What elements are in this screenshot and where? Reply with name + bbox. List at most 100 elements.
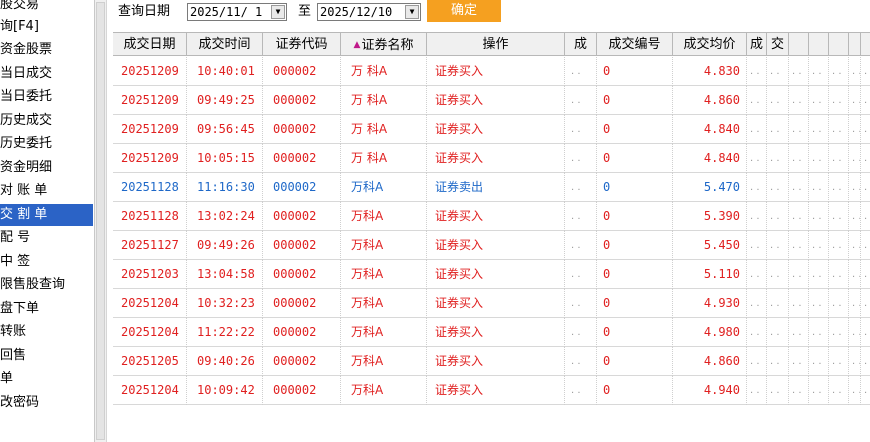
col-header-truncated-8[interactable] [861, 32, 870, 56]
confirm-button[interactable]: 确定 [427, 0, 501, 22]
cell-truncated: . . [829, 318, 849, 347]
sidebar-item[interactable] [0, 415, 93, 437]
cell-name: 万 科A [341, 115, 427, 144]
cell-truncated: . . [789, 86, 809, 115]
cell-truncated: . . [861, 347, 870, 376]
cell-truncated: . . [809, 144, 829, 173]
chevron-down-icon[interactable]: ▼ [271, 5, 285, 19]
cell-truncated: . . [849, 86, 861, 115]
cell-price: 4.840 [673, 115, 747, 144]
col-header-truncated-5[interactable] [809, 32, 829, 56]
table-row[interactable]: 20251127 09:49:26 000002 万科A 证券买入. . 0 5.450. … [113, 231, 870, 260]
to-date-picker[interactable]: 2025/12/10 ▼ [317, 3, 421, 21]
cell-truncated: . . [861, 289, 870, 318]
cell-truncated: . . [767, 260, 789, 289]
col-header-time[interactable]: 成交时间 [187, 32, 263, 56]
table-row[interactable]: 20251209 09:49:25 000002 万 科A 证券买入. . 0 4.860.… [113, 86, 870, 115]
cell-truncated: . . [767, 115, 789, 144]
cell-truncated: . . [747, 318, 767, 347]
sidebar-item[interactable]: 交 割 单 [0, 204, 93, 226]
from-date-picker[interactable]: 2025/11/ 1 ▼ [187, 3, 287, 21]
col-header-avg-price[interactable]: 成交均价 [673, 32, 747, 56]
cell-truncated: . . [829, 231, 849, 260]
cell-truncated: . . [767, 202, 789, 231]
cell-truncated: . . [829, 57, 849, 86]
table-row[interactable]: 20251204 10:09:42 000002 万科A 证券买入. . 0 4.940. … [113, 376, 870, 405]
cell-time: 09:56:45 [187, 115, 263, 144]
table-row[interactable]: 20251209 10:05:15 000002 万 科A 证券买入. . 0 4.840.… [113, 144, 870, 173]
table-row[interactable]: 20251204 11:22:22 000002 万科A 证券买入. . 0 4.980. … [113, 318, 870, 347]
cell-truncated: . . [829, 260, 849, 289]
table-row[interactable]: 20251209 10:40:01 000002 万 科A 证券买入. . 0 4.830.… [113, 57, 870, 86]
cell-truncated: . . [861, 202, 870, 231]
sidebar-item[interactable]: 限售股查询 [0, 274, 93, 296]
sidebar-item[interactable]: 配 号 [0, 227, 93, 249]
cell-date: 20251128 [113, 173, 187, 202]
col-header-truncated-6[interactable] [829, 32, 849, 56]
cell-truncated: . . [747, 173, 767, 202]
cell-truncated: . . [829, 376, 849, 405]
cell-time: 11:22:22 [187, 318, 263, 347]
cell-time: 10:32:23 [187, 289, 263, 318]
col-header-code[interactable]: 证券代码 [263, 32, 341, 56]
sidebar-scrollbar[interactable] [95, 0, 107, 442]
col-header-truncated-3[interactable]: 交 [767, 32, 789, 56]
cell-truncated: . . [747, 260, 767, 289]
table-row[interactable]: 20251128 11:16:30 000002 万科A 证券卖出. . 0 5.470. … [113, 173, 870, 202]
table-row[interactable]: 20251209 09:56:45 000002 万 科A 证券买入. . 0 4.840.… [113, 115, 870, 144]
table-row[interactable]: 20251128 13:02:24 000002 万科A 证券买入. . 0 5.390. … [113, 202, 870, 231]
table-row[interactable]: 20251204 10:32:23 000002 万科A 证券买入. . 0 4.930. … [113, 289, 870, 318]
table-row[interactable]: 20251203 13:04:58 000002 万科A 证券买入. . 0 5.110. … [113, 260, 870, 289]
cell-truncated: . . [767, 376, 789, 405]
col-header-name[interactable]: ▲证券名称 [341, 32, 427, 56]
sidebar-item[interactable]: 资金明细 [0, 157, 93, 179]
col-header-date[interactable]: 成交日期 [113, 32, 187, 56]
cell-code: 000002 [263, 376, 341, 405]
sidebar-item[interactable]: 历史委托 [0, 133, 93, 155]
col-header-truncated-2[interactable]: 成 [747, 32, 767, 56]
sidebar-item[interactable]: 转账 [0, 321, 93, 343]
cell-truncated: . . [747, 115, 767, 144]
cell-extra: . . [565, 347, 597, 376]
sidebar-item[interactable]: 回售 [0, 345, 93, 367]
sidebar-item[interactable]: 盘下单 [0, 298, 93, 320]
chevron-down-icon[interactable]: ▼ [405, 5, 419, 19]
sidebar-item[interactable]: 改密码 [0, 392, 93, 414]
col-header-truncated-4[interactable] [789, 32, 809, 56]
cell-time: 09:49:25 [187, 86, 263, 115]
col-header-operation[interactable]: 操作 [427, 32, 565, 56]
sidebar-scrollbar-thumb[interactable] [96, 2, 105, 440]
cell-id: 0 [597, 115, 673, 144]
cell-code: 000002 [263, 318, 341, 347]
cell-truncated: . . [747, 57, 767, 86]
cell-truncated: . . [861, 57, 870, 86]
cell-truncated: . . [849, 289, 861, 318]
sidebar-item[interactable]: 对 账 单 [0, 180, 93, 202]
table-row[interactable]: 20251205 09:40:26 000002 万科A 证券买入. . 0 4.860. … [113, 347, 870, 376]
cell-price: 4.860 [673, 347, 747, 376]
sidebar-item[interactable]: 当日成交 [0, 63, 93, 85]
cell-truncated: . . [767, 231, 789, 260]
sidebar-item[interactable]: 询[F4] [0, 16, 93, 38]
cell-truncated: . . [747, 289, 767, 318]
cell-truncated: . . [829, 173, 849, 202]
sidebar-item[interactable]: 股交易 [0, 0, 93, 16]
cell-truncated: . . [861, 376, 870, 405]
cell-id: 0 [597, 347, 673, 376]
cell-truncated: . . [829, 115, 849, 144]
sidebar-item[interactable]: 资金股票 [0, 39, 93, 61]
cell-extra: . . [565, 231, 597, 260]
cell-date: 20251203 [113, 260, 187, 289]
sidebar-item[interactable]: 中 签 [0, 251, 93, 273]
cell-truncated: . . [809, 202, 829, 231]
sidebar-item[interactable]: 历史成交 [0, 110, 93, 132]
sidebar-item[interactable]: 当日委托 [0, 86, 93, 108]
sidebar-item[interactable]: 单 [0, 368, 93, 390]
col-header-truncated-7[interactable] [849, 32, 861, 56]
cell-op: 证券买入 [427, 57, 565, 86]
col-header-truncated-1[interactable]: 成 [565, 32, 597, 56]
cell-truncated: . . [829, 347, 849, 376]
cell-op: 证券卖出 [427, 173, 565, 202]
col-header-trade-id[interactable]: 成交编号 [597, 32, 673, 56]
cell-extra: . . [565, 86, 597, 115]
